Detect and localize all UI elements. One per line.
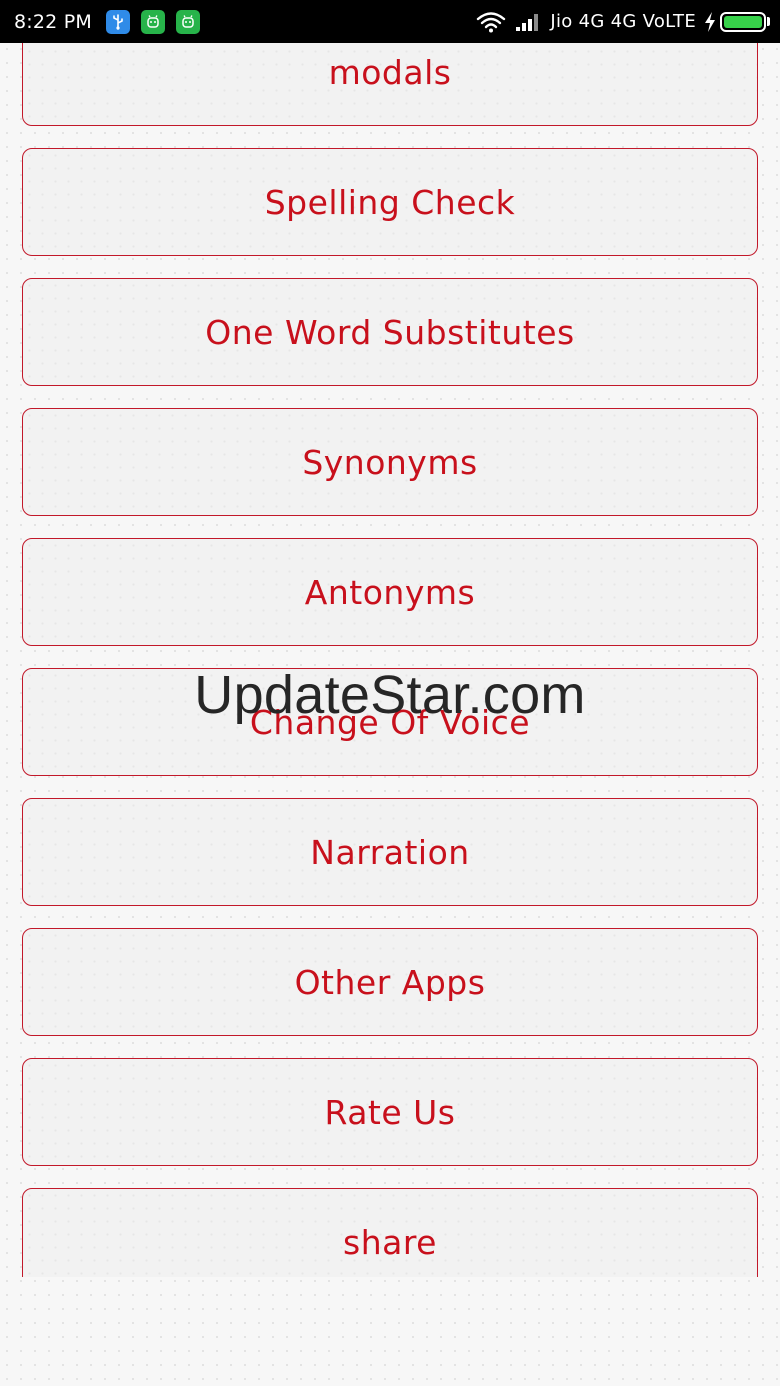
menu-scroll-area[interactable]: modals Spelling Check One Word Substitut… xyxy=(0,43,780,1277)
menu-item-label: modals xyxy=(328,52,452,92)
menu-item-change-of-voice[interactable]: Change Of Voice xyxy=(22,668,758,776)
menu-item-label: Narration xyxy=(310,832,470,872)
menu-item-label: share xyxy=(343,1222,437,1262)
robot-icon xyxy=(175,9,200,34)
menu-item-narration[interactable]: Narration xyxy=(22,798,758,906)
charging-icon xyxy=(704,11,716,32)
wifi-icon xyxy=(476,11,506,33)
signal-icon xyxy=(515,12,541,32)
menu-item-one-word-substitutes[interactable]: One Word Substitutes xyxy=(22,278,758,386)
menu-item-label: One Word Substitutes xyxy=(205,312,575,352)
menu-item-label: Spelling Check xyxy=(264,182,516,222)
menu-item-other-apps[interactable]: Other Apps xyxy=(22,928,758,1036)
battery-icon xyxy=(720,11,770,32)
menu-item-modals[interactable]: modals xyxy=(22,43,758,126)
menu-item-share[interactable]: share xyxy=(22,1188,758,1277)
usb-icon xyxy=(105,9,130,34)
robot-icon xyxy=(140,9,165,34)
status-bar: 8:22 PM Jio 4G 4G VoLTE xyxy=(0,0,780,43)
menu-item-label: Antonyms xyxy=(304,572,476,612)
status-bar-right: Jio 4G 4G VoLTE xyxy=(476,11,770,33)
menu-item-synonyms[interactable]: Synonyms xyxy=(22,408,758,516)
menu-item-antonyms[interactable]: Antonyms xyxy=(22,538,758,646)
status-bar-left: 8:22 PM xyxy=(14,9,211,34)
menu-item-rate-us[interactable]: Rate Us xyxy=(22,1058,758,1166)
status-time: 8:22 PM xyxy=(14,10,92,33)
menu-item-label: Change Of Voice xyxy=(249,702,531,742)
menu-item-label: Other Apps xyxy=(294,962,486,1002)
menu-item-spelling-check[interactable]: Spelling Check xyxy=(22,148,758,256)
menu-item-label: Synonyms xyxy=(302,442,478,482)
menu-item-label: Rate Us xyxy=(324,1092,456,1132)
network-label: Jio 4G 4G VoLTE xyxy=(550,11,696,32)
